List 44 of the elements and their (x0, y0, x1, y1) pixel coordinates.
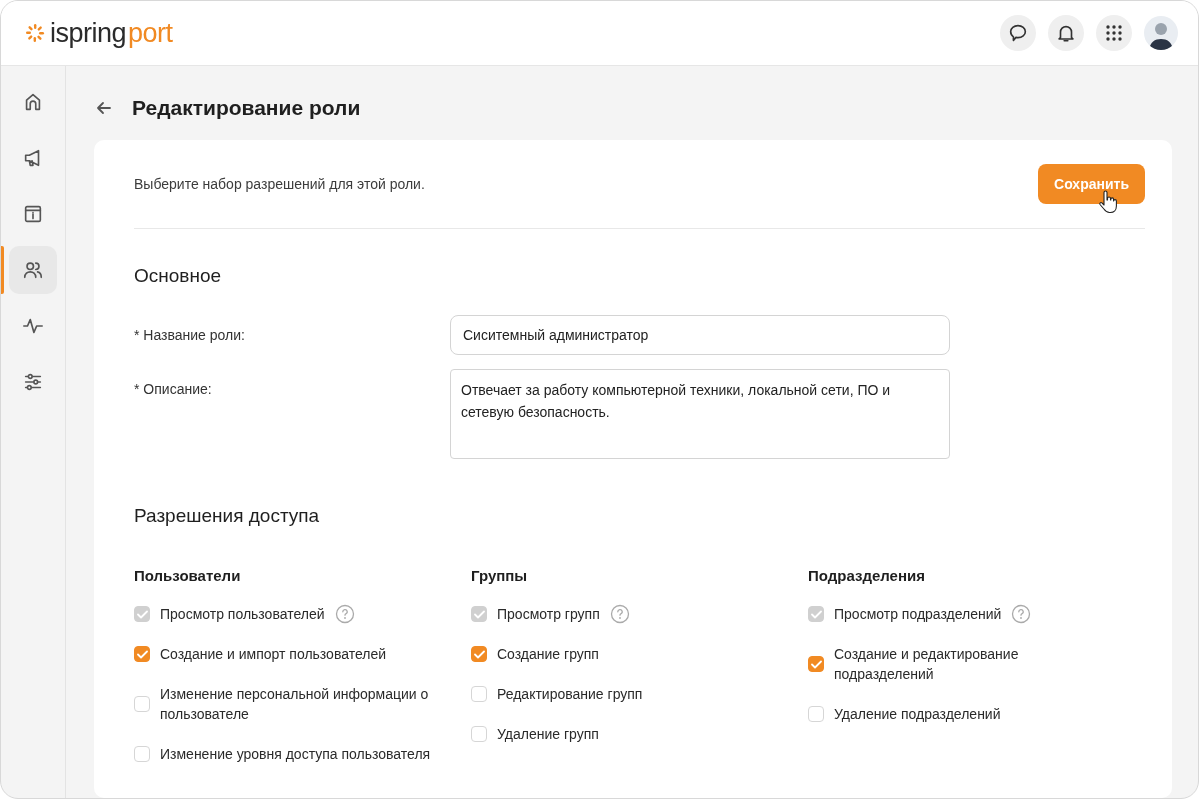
checkbox[interactable] (134, 746, 150, 762)
checkbox[interactable] (134, 696, 150, 712)
permission-label: Удаление групп (497, 725, 599, 744)
section-heading: Разрешения доступа (134, 505, 321, 527)
logo-icon (25, 23, 45, 43)
checkbox[interactable] (808, 656, 824, 672)
hand-cursor-icon (1098, 190, 1119, 214)
chat-button[interactable] (1000, 15, 1036, 51)
checkbox[interactable] (808, 706, 824, 722)
permission-label: Просмотр подразделений (834, 605, 1002, 624)
checkbox[interactable] (134, 646, 150, 662)
users-icon (22, 259, 44, 281)
apps-icon (1106, 25, 1122, 41)
permission-label: Редактирование групп (497, 685, 643, 704)
permission-label: Создание и редактирование подразделений (834, 645, 1020, 684)
chat-icon (1007, 22, 1029, 44)
settings-icon (22, 371, 44, 393)
permission-label: Создание и импорт пользователей (160, 645, 387, 664)
permission-label: Удаление подразделений (834, 705, 1001, 724)
avatar[interactable] (1144, 16, 1178, 50)
page-title: Редактирование роли (132, 96, 361, 120)
active-indicator (1, 246, 4, 294)
group-title: Группы (471, 567, 529, 584)
role-name-field[interactable]: Сиситемный администратор (450, 315, 950, 355)
section-heading: Основное (134, 265, 223, 287)
field-label: * Описание: (134, 380, 213, 399)
group-title: Подразделения (808, 567, 926, 584)
description-field[interactable]: Отвечает за работу компьютерной техники, локальной сети, ПО и сетевую безопасность. (450, 369, 950, 459)
checkbox[interactable] (471, 686, 487, 702)
permission-label: Изменение уровня доступа пользователя (160, 745, 431, 764)
permission-label: Просмотр групп (497, 605, 600, 624)
group-title: Пользователи (134, 567, 242, 584)
permission-label: Создание групп (497, 645, 599, 664)
checkbox[interactable] (471, 646, 487, 662)
permission-label: Просмотр пользователей (160, 605, 325, 624)
apps-button[interactable] (1096, 15, 1132, 51)
field-label: * Название роли: (134, 326, 246, 345)
hint-text: Выберите набор разрешений для этой роли. (134, 176, 425, 192)
info-icon (22, 203, 44, 225)
sidebar-item[interactable] (9, 246, 57, 294)
notification-button[interactable] (1048, 15, 1084, 51)
checkbox[interactable] (471, 726, 487, 742)
permission-label: Изменение персональной информации о пользователе (160, 685, 430, 724)
logo-text: ispringport (50, 17, 173, 49)
